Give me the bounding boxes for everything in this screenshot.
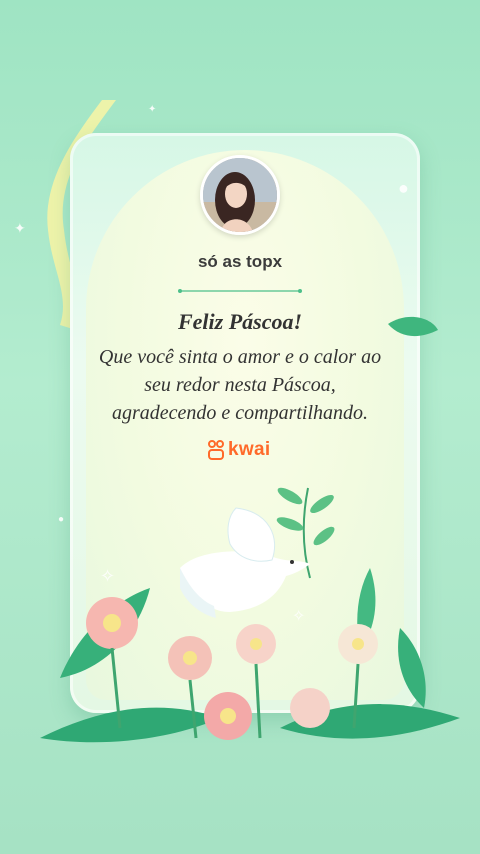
sparkle-icon: ✦ <box>14 220 26 236</box>
sparkle-icon: ● <box>398 178 409 198</box>
message-line: seu redor nesta Páscoa, <box>144 374 336 396</box>
avatar[interactable] <box>200 155 280 235</box>
divider <box>178 289 302 293</box>
sparkle-icon: ✦ <box>148 104 157 115</box>
kwai-logo-icon <box>208 440 224 460</box>
kwai-brand[interactable]: kwai <box>208 438 270 462</box>
message-line: agradecendo e compartilhando. <box>111 402 369 424</box>
message-line: Que você sinta o amor e o calor ao <box>98 346 382 368</box>
username[interactable]: só as topx <box>0 252 480 272</box>
card-title: Feliz Páscoa! <box>177 309 303 334</box>
easter-card-screen: ✦ ✦ ● ✧ ✧ ● só as topx Feliz Páscoa! Que… <box>0 0 480 854</box>
brand-name: kwai <box>228 439 271 460</box>
card-message: Que você sinta o amor e o calor ao seu r… <box>80 343 400 427</box>
easter-illustration <box>40 487 460 743</box>
avatar-portrait <box>203 158 277 232</box>
